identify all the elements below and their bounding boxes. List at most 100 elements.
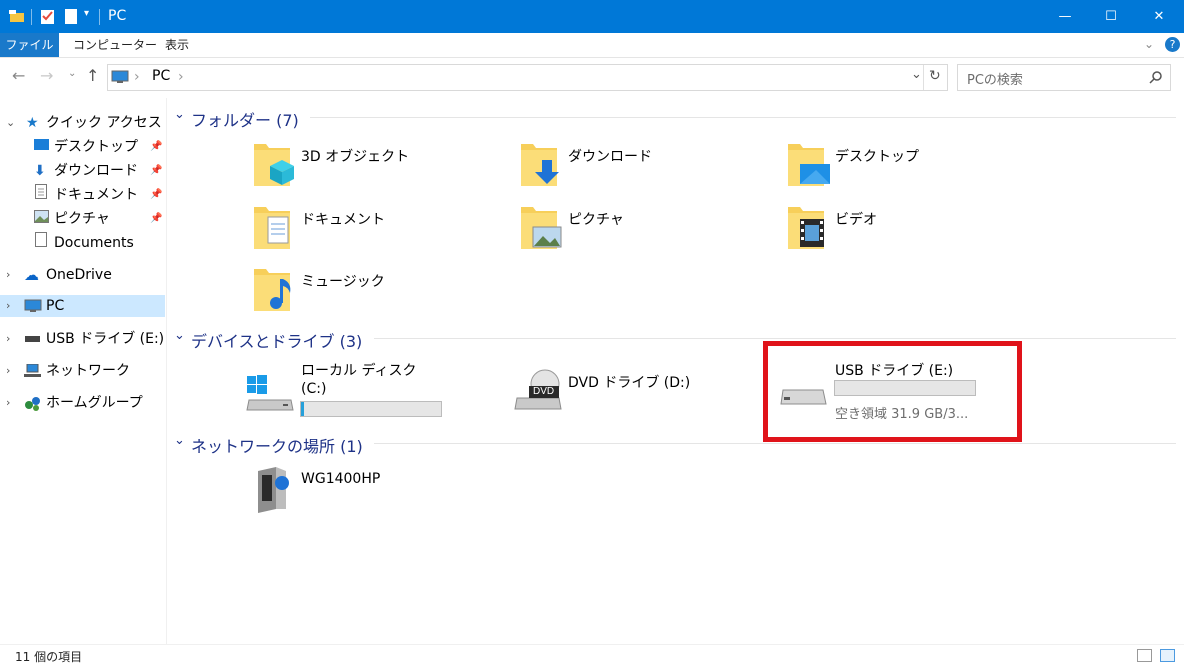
collapse-chevron-icon[interactable]: › xyxy=(6,360,10,382)
blank-document-icon xyxy=(35,232,47,254)
folder-label: ビデオ xyxy=(835,212,877,228)
dvd-badge: DVD xyxy=(533,386,555,397)
folders-group-header[interactable]: フォルダー (7) xyxy=(191,107,299,131)
expand-chevron-icon[interactable]: ⌄ xyxy=(6,112,15,134)
close-button[interactable]: ✕ xyxy=(1134,0,1184,33)
folder-label: ドキュメント xyxy=(301,212,385,228)
document-icon xyxy=(35,184,47,206)
star-icon: ★ xyxy=(26,115,39,131)
drive-dvd-d[interactable]: DVD DVD ドライブ (D:) xyxy=(513,364,733,416)
search-icon[interactable] xyxy=(1149,71,1162,84)
recent-locations-icon[interactable]: ⌄ xyxy=(68,68,76,79)
forward-icon[interactable]: → xyxy=(40,66,53,85)
network-group-header[interactable]: ネットワークの場所 (1) xyxy=(191,433,363,457)
group-collapse-icon[interactable]: ⌄ xyxy=(174,328,185,343)
nav-onedrive[interactable]: › ☁ OneDrive xyxy=(0,264,166,286)
title-separator xyxy=(99,9,100,25)
folder-music[interactable]: ミュージック xyxy=(252,265,452,317)
collapse-chevron-icon[interactable]: › xyxy=(6,264,10,286)
network-location-wg1400hp[interactable]: WG1400HP xyxy=(252,465,452,517)
customize-quick-access-icon[interactable]: ▾ xyxy=(84,8,89,19)
folder-videos[interactable]: ビデオ xyxy=(786,203,986,255)
pin-icon[interactable]: 📌 xyxy=(150,208,162,230)
nav-quick-access-label: クイック アクセス xyxy=(46,115,162,131)
nav-pc[interactable]: › PC xyxy=(0,295,165,317)
nav-pictures-label: ピクチャ xyxy=(54,211,110,227)
new-folder-icon[interactable] xyxy=(64,8,78,25)
collapse-chevron-icon[interactable]: › xyxy=(6,295,10,317)
folder-label: 3D オブジェクト xyxy=(301,149,410,165)
address-divider xyxy=(923,65,924,90)
folder-label: ミュージック xyxy=(301,274,385,290)
address-bar[interactable]: › PC › ⌄ ↻ xyxy=(107,64,948,91)
pin-icon[interactable]: 📌 xyxy=(150,184,162,206)
group-divider xyxy=(374,443,1176,444)
music-folder-icon xyxy=(254,269,291,311)
address-separator[interactable]: › xyxy=(134,69,140,85)
drive-name: ローカル ディスク xyxy=(301,363,417,379)
desktop-folder-icon xyxy=(788,144,830,186)
title-bar: ▾ PC — ☐ ✕ xyxy=(0,0,1184,33)
large-icons-view-icon[interactable] xyxy=(1160,649,1175,662)
refresh-icon[interactable]: ↻ xyxy=(929,68,941,84)
folder-downloads[interactable]: ダウンロード xyxy=(519,140,719,192)
collapse-chevron-icon[interactable]: › xyxy=(6,392,10,414)
nav-homegroup[interactable]: › ホームグループ xyxy=(0,392,166,414)
nav-onedrive-label: OneDrive xyxy=(46,267,112,283)
group-collapse-icon[interactable]: ⌄ xyxy=(174,107,185,122)
nav-downloads[interactable]: ⬇ ダウンロード 📌 xyxy=(0,160,166,182)
nav-quick-access[interactable]: ⌄ ★ クイック アクセス xyxy=(0,112,166,134)
nav-usb-label: USB ドライブ (E:) xyxy=(46,331,165,347)
network-drive-icon xyxy=(258,467,289,513)
pin-icon[interactable]: 📌 xyxy=(150,136,162,158)
address-dropdown-icon[interactable]: ⌄ xyxy=(911,67,922,82)
group-divider xyxy=(310,117,1176,118)
explorer-app-icon[interactable] xyxy=(8,8,26,24)
tab-view[interactable]: 表示 xyxy=(165,33,189,57)
collapse-chevron-icon[interactable]: › xyxy=(6,328,10,350)
nav-usb-drive[interactable]: › USB ドライブ (E:) xyxy=(0,328,166,350)
nav-homegroup-label: ホームグループ xyxy=(46,395,143,411)
search-input[interactable]: PCの検索 xyxy=(957,64,1171,91)
folder-documents[interactable]: ドキュメント xyxy=(252,203,452,255)
up-icon[interactable]: ↑ xyxy=(86,66,99,85)
details-view-icon[interactable] xyxy=(1137,649,1152,662)
folder-pictures[interactable]: ピクチャ xyxy=(519,203,719,255)
expand-ribbon-icon[interactable]: ⌄ xyxy=(1144,37,1154,51)
item-count: 11 個の項目 xyxy=(15,650,83,664)
minimize-button[interactable]: — xyxy=(1042,0,1088,33)
address-separator-2[interactable]: › xyxy=(178,69,184,85)
drive-local-disk-c[interactable]: ローカル ディスク (C:) xyxy=(245,358,445,422)
back-icon[interactable]: ← xyxy=(12,66,25,85)
nav-documents-folder[interactable]: Documents xyxy=(0,232,166,254)
folder-desktop[interactable]: デスクトップ xyxy=(786,140,986,192)
devices-group-header[interactable]: デバイスとドライブ (3) xyxy=(191,328,362,352)
folder-label: ピクチャ xyxy=(568,212,624,228)
documents-folder-icon xyxy=(254,207,290,249)
search-placeholder: PCの検索 xyxy=(967,73,1023,88)
help-icon[interactable]: ? xyxy=(1165,37,1180,52)
window-title: PC xyxy=(108,8,127,24)
drive-usage-bar xyxy=(300,401,442,417)
group-collapse-icon[interactable]: ⌄ xyxy=(174,433,185,448)
folder-3d-objects[interactable]: 3D オブジェクト xyxy=(252,140,452,192)
windows-drive-icon xyxy=(246,375,294,411)
pin-icon[interactable]: 📌 xyxy=(150,160,162,182)
homegroup-icon xyxy=(24,392,41,418)
nav-pictures[interactable]: ピクチャ 📌 xyxy=(0,208,166,230)
tab-file[interactable]: ファイル xyxy=(0,33,59,57)
usb-drive-icon xyxy=(25,328,40,351)
maximize-button[interactable]: ☐ xyxy=(1088,0,1134,33)
videos-folder-icon xyxy=(788,207,824,249)
nav-pc-label: PC xyxy=(46,298,65,314)
tab-computer[interactable]: コンピューター xyxy=(73,33,157,57)
quick-access-separator xyxy=(31,9,32,25)
nav-desktop[interactable]: デスクトップ 📌 xyxy=(0,136,166,158)
pc-icon xyxy=(111,70,129,83)
address-location[interactable]: PC xyxy=(152,68,170,84)
cloud-icon: ☁ xyxy=(24,266,39,284)
nav-network[interactable]: › ネットワーク xyxy=(0,360,166,382)
downloads-folder-icon xyxy=(521,144,559,186)
properties-icon[interactable] xyxy=(40,8,56,25)
nav-documents[interactable]: ドキュメント 📌 xyxy=(0,184,166,206)
